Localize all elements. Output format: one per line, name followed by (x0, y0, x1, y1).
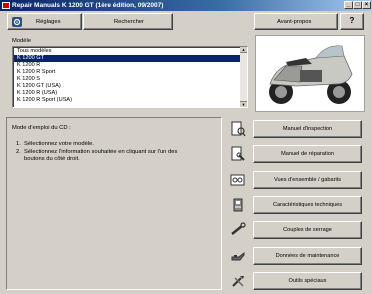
instructions-heading: Mode d'emploi du CD : (12, 125, 71, 131)
model-list-item[interactable]: K 1200 R (14, 62, 243, 69)
foreword-button[interactable]: Avant-propos (254, 13, 338, 30)
model-list-item[interactable]: K 1200 GT (USA) (14, 83, 243, 90)
model-list-item[interactable]: K 1200 R Sport (USA) (14, 97, 243, 104)
oil-can-icon (230, 248, 246, 264)
settings-label: Réglages (36, 19, 61, 25)
model-list-item[interactable]: K 1200 R Sport (14, 69, 243, 76)
maximize-button[interactable]: □ (353, 1, 362, 9)
manual-button[interactable]: Couples de serrage (253, 221, 362, 239)
manual-button[interactable]: Données de maintenance (253, 247, 362, 265)
specs-icon (230, 197, 246, 213)
model-list-item[interactable]: K 1200 S (14, 76, 243, 83)
foreword-label: Avant-propos (277, 19, 312, 25)
settings-button[interactable]: Réglages (7, 13, 82, 30)
scroll-down-icon[interactable]: ▼ (240, 101, 247, 107)
motorcycle-image (255, 35, 365, 112)
help-button[interactable]: ? (340, 13, 364, 30)
special-tools-icon (230, 273, 246, 289)
step1-number: 1. (16, 141, 21, 147)
app-icon (2, 2, 10, 9)
model-list[interactable]: Tous modèles K 1200 GT K 1200 RK 1200 R Sp… (12, 46, 248, 108)
model-list-item[interactable]: Tous modèles (14, 48, 243, 55)
minimize-button[interactable]: _ (344, 1, 353, 9)
inspection-icon (230, 121, 246, 137)
overview-icon (230, 172, 246, 188)
instructions-panel: Mode d'emploi du CD : 1. Sélectionnez vo… (6, 117, 222, 290)
model-list-item[interactable]: K 1200 GT (14, 55, 243, 62)
manual-button[interactable]: Manuel de réparation (253, 145, 362, 163)
close-button[interactable]: × (362, 1, 371, 9)
model-list-item[interactable]: K 1200 R (USA) (14, 90, 243, 97)
torque-wrench-icon (230, 222, 246, 238)
manual-button[interactable]: Outils spéciaux (253, 272, 362, 290)
model-label: Modèle (12, 38, 32, 44)
title-bar: Repair Manuals K 1200 GT (1ère édition, … (0, 0, 372, 11)
search-label: Rechercher (114, 19, 144, 25)
model-list-scrollbar[interactable]: ▲ ▼ (240, 47, 247, 107)
window-title: Repair Manuals K 1200 GT (1ère édition, … (12, 2, 164, 9)
settings-icon (12, 17, 22, 27)
repair-icon (230, 146, 246, 162)
step2-number: 2. (16, 149, 21, 155)
step2-text-line1: Sélectionnez l'information souhaitée en … (24, 149, 178, 155)
step1-text: Sélectionnez votre modèle. (24, 141, 94, 147)
manual-button[interactable]: Caractéristiques techniques (253, 196, 362, 214)
scroll-up-icon[interactable]: ▲ (240, 47, 247, 53)
search-button[interactable]: Rechercher (83, 13, 173, 30)
step2-text-line2: boutons du côté droit. (24, 156, 80, 162)
manual-button[interactable]: Vues d'ensemble / gabarits (253, 171, 362, 189)
manual-button[interactable]: Manuel d'inspection (253, 120, 362, 138)
